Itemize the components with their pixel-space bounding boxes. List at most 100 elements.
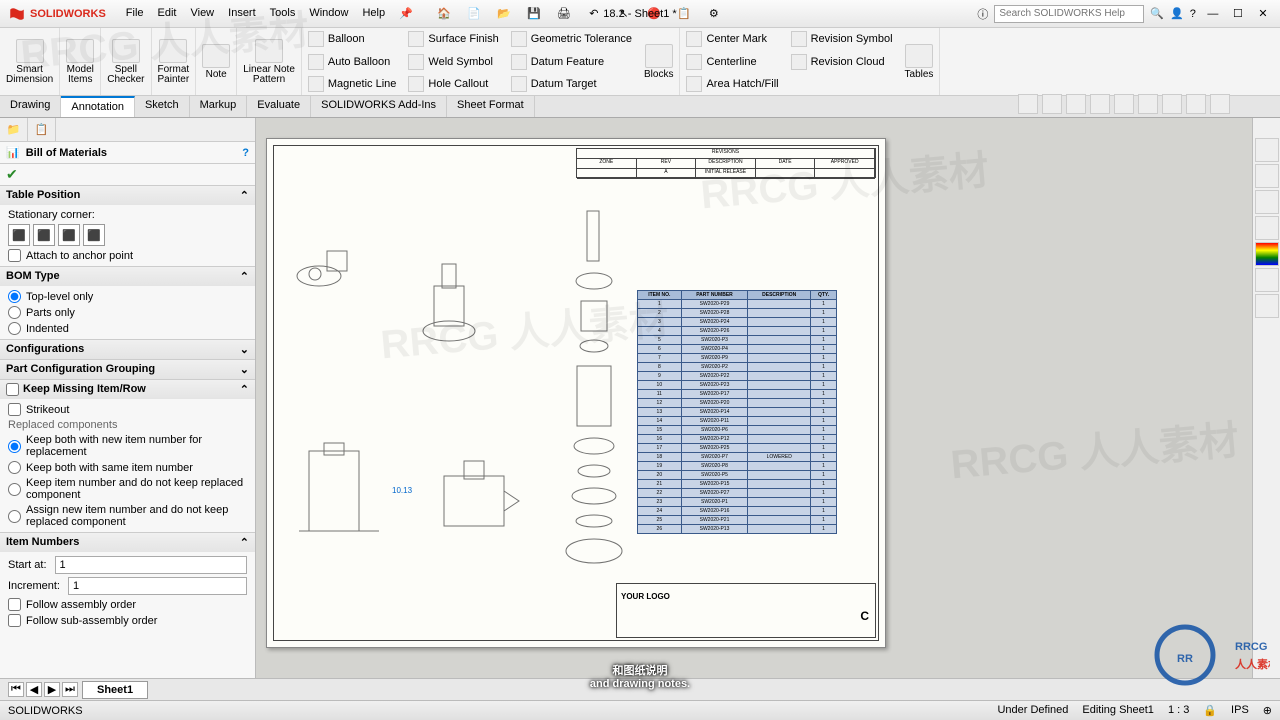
info-icon[interactable]: ⓘ (977, 6, 988, 22)
new-icon[interactable]: 📄 (463, 3, 485, 25)
table-row[interactable]: 5SW2020-P31 (638, 336, 837, 345)
keep-missing-header[interactable]: Keep Missing Item/Row (23, 383, 146, 396)
appearances-icon[interactable] (1255, 242, 1279, 266)
keep-item-no-replaced-radio[interactable] (8, 483, 21, 496)
area-hatch-button[interactable]: Area Hatch/Fill (686, 73, 778, 95)
chevron-up-icon[interactable]: ⌃ (240, 270, 249, 283)
table-position-header[interactable]: Table Position (6, 189, 80, 202)
front-view[interactable] (289, 441, 389, 541)
save-icon[interactable]: 💾 (523, 3, 545, 25)
tab-evaluate[interactable]: Evaluate (247, 96, 311, 117)
bom-header[interactable]: PART NUMBER (681, 291, 748, 300)
corner-tl-button[interactable]: ⬛ (8, 224, 30, 246)
indented-radio[interactable] (8, 322, 21, 335)
table-row[interactable]: 10SW2020-P231 (638, 381, 837, 390)
chevron-up-icon[interactable]: ⌃ (240, 189, 249, 202)
tab-addins[interactable]: SOLIDWORKS Add-Ins (311, 96, 447, 117)
revision-cloud-button[interactable]: Revision Cloud (791, 51, 893, 73)
table-row[interactable]: 17SW2020-P251 (638, 444, 837, 453)
sheet-next-icon[interactable]: ▶ (44, 682, 60, 697)
view-palette-icon[interactable] (1255, 216, 1279, 240)
menu-edit[interactable]: Edit (152, 3, 183, 24)
chevron-up-icon[interactable]: ⌃ (240, 536, 249, 549)
side-view[interactable] (434, 456, 524, 536)
sheet-prev-icon[interactable]: ◀ (26, 682, 42, 697)
display-style-icon[interactable] (1138, 94, 1158, 114)
keep-missing-checkbox[interactable] (6, 383, 19, 396)
section-view-icon[interactable] (1090, 94, 1110, 114)
menu-file[interactable]: File (120, 3, 150, 24)
table-row[interactable]: 12SW2020-P201 (638, 399, 837, 408)
minimize-icon[interactable]: — (1202, 8, 1224, 20)
menu-view[interactable]: View (184, 3, 220, 24)
open-icon[interactable]: 📂 (493, 3, 515, 25)
table-row[interactable]: 9SW2020-P221 (638, 372, 837, 381)
maximize-icon[interactable]: ☐ (1227, 7, 1249, 20)
hide-show-icon[interactable] (1162, 94, 1182, 114)
smart-dimension-button[interactable]: SmartDimension (0, 28, 60, 95)
keep-both-new-radio[interactable] (8, 440, 21, 453)
format-painter-button[interactable]: FormatPainter (152, 28, 197, 95)
datum-target-button[interactable]: Datum Target (511, 73, 632, 95)
table-row[interactable]: 20SW2020-P51 (638, 471, 837, 480)
feature-tree-tab-icon[interactable]: 📁 (0, 118, 28, 141)
attach-anchor-checkbox[interactable] (8, 249, 21, 262)
dimension-value[interactable]: 10.13 (392, 486, 412, 495)
increment-input[interactable] (68, 577, 247, 595)
geometric-tolerance-button[interactable]: Geometric Tolerance (511, 28, 632, 50)
forum-icon[interactable] (1255, 294, 1279, 318)
tab-annotation[interactable]: Annotation (61, 96, 135, 117)
corner-bl-button[interactable]: ⬛ (58, 224, 80, 246)
file-explorer-icon[interactable] (1255, 190, 1279, 214)
home-icon[interactable]: 🏠 (433, 3, 455, 25)
status-target-icon[interactable]: ⊕ (1263, 704, 1272, 717)
sheet1-tab[interactable]: Sheet1 (82, 681, 148, 699)
balloon-button[interactable]: Balloon (308, 28, 397, 50)
sheet-last-icon[interactable]: ⏭ (62, 682, 78, 697)
corner-tr-button[interactable]: ⬛ (33, 224, 55, 246)
iso-view-2[interactable] (414, 256, 484, 346)
table-row[interactable]: 24SW2020-P161 (638, 507, 837, 516)
assign-new-no-replaced-radio[interactable] (8, 510, 21, 523)
table-row[interactable]: 11SW2020-P171 (638, 390, 837, 399)
property-tab-icon[interactable]: 📋 (28, 118, 56, 141)
strikeout-checkbox[interactable] (8, 403, 21, 416)
ok-icon[interactable]: ✔ (6, 166, 18, 182)
close-icon[interactable]: ✕ (1252, 7, 1274, 20)
table-row[interactable]: 3SW2020-P241 (638, 318, 837, 327)
menu-window[interactable]: Window (303, 3, 354, 24)
zoom-prev-icon[interactable] (1066, 94, 1086, 114)
magnetic-line-button[interactable]: Magnetic Line (308, 73, 397, 95)
menu-insert[interactable]: Insert (222, 3, 262, 24)
bom-header[interactable]: QTY. (811, 291, 837, 300)
configurations-header[interactable]: Configurations (6, 343, 84, 356)
bom-table[interactable]: ITEM NO.PART NUMBERDESCRIPTIONQTY. 1SW20… (637, 290, 837, 534)
chevron-down-icon[interactable]: ⌄ (240, 343, 249, 356)
table-row[interactable]: 7SW2020-P91 (638, 354, 837, 363)
revision-symbol-button[interactable]: Revision Symbol (791, 28, 893, 50)
item-numbers-header[interactable]: Item Numbers (6, 536, 79, 549)
datum-feature-button[interactable]: Datum Feature (511, 51, 632, 73)
linear-note-pattern-button[interactable]: Linear NotePattern (237, 28, 302, 95)
help-icon[interactable]: ? (1190, 8, 1196, 20)
weld-symbol-button[interactable]: Weld Symbol (408, 51, 498, 73)
table-row[interactable]: 6SW2020-P41 (638, 345, 837, 354)
table-row[interactable]: 4SW2020-P261 (638, 327, 837, 336)
status-lock-icon[interactable]: 🔒 (1203, 704, 1217, 717)
settings-icon[interactable]: ⚙ (703, 3, 725, 25)
surface-finish-button[interactable]: Surface Finish (408, 28, 498, 50)
property-help-icon[interactable]: ? (242, 147, 249, 159)
parts-only-radio[interactable] (8, 306, 21, 319)
keep-both-same-radio[interactable] (8, 461, 21, 474)
table-row[interactable]: 1SW2020-P291 (638, 300, 837, 309)
blocks-button[interactable]: Blocks (638, 28, 680, 95)
auto-balloon-button[interactable]: Auto Balloon (308, 51, 397, 73)
menu-pin-icon[interactable]: 📌 (393, 3, 419, 24)
tab-markup[interactable]: Markup (190, 96, 248, 117)
table-row[interactable]: 14SW2020-P111 (638, 417, 837, 426)
start-at-input[interactable] (55, 556, 247, 574)
corner-br-button[interactable]: ⬛ (83, 224, 105, 246)
table-row[interactable]: 23SW2020-P11 (638, 498, 837, 507)
tables-button[interactable]: Tables (899, 28, 941, 95)
zoom-fit-icon[interactable] (1018, 94, 1038, 114)
